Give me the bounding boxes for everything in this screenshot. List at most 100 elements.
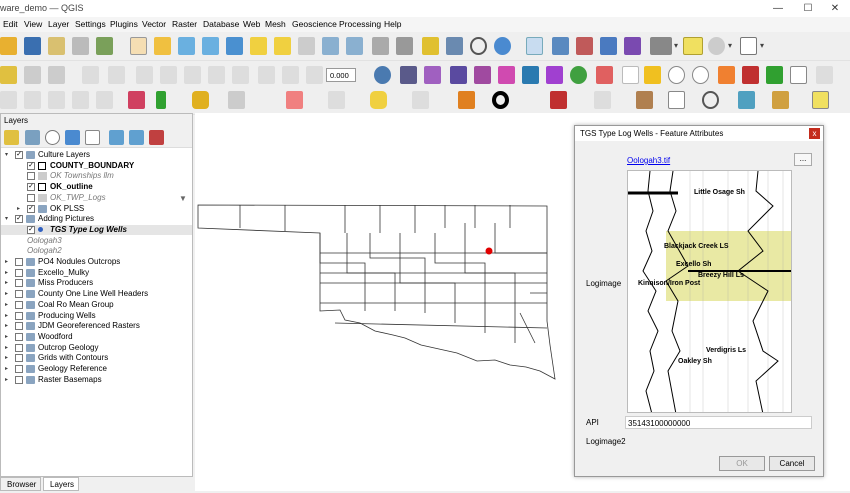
plugin-d-icon[interactable] — [474, 66, 491, 84]
plugin-p-icon[interactable] — [550, 91, 567, 109]
plugin-f-icon[interactable] — [522, 66, 539, 84]
vertex-tool-icon[interactable] — [82, 66, 99, 84]
move-feature-icon[interactable] — [108, 66, 125, 84]
layer-row[interactable]: ▸ Woodford — [1, 332, 192, 342]
expand-arrow-icon[interactable]: ▸ — [17, 205, 24, 212]
layer-row[interactable]: ▸ ✓ OK PLSS — [1, 204, 192, 214]
layer-row[interactable]: Oologah2 — [1, 246, 192, 256]
layer-row[interactable]: Oologah3 — [1, 236, 192, 246]
layer-visibility-checkbox[interactable] — [15, 311, 23, 320]
layer-visibility-checkbox[interactable] — [15, 279, 23, 288]
layer-visibility-checkbox[interactable] — [15, 365, 23, 373]
annotation-dropdown-chevron-icon[interactable]: ▾ — [760, 41, 764, 50]
glasses-a-icon[interactable] — [668, 66, 685, 84]
style-manager-icon[interactable] — [96, 37, 113, 55]
expand-arrow-icon[interactable]: ▸ — [5, 312, 12, 319]
expand-arrow-icon[interactable]: ▾ — [5, 215, 12, 222]
menu-settings[interactable]: Settings — [75, 19, 106, 29]
menu-processing[interactable]: Processing — [339, 19, 381, 29]
maximize-button[interactable]: ☐ — [793, 1, 823, 16]
save-edits-icon[interactable] — [24, 66, 41, 84]
reverse-line-icon[interactable] — [96, 91, 113, 109]
advanced-digitize-icon[interactable] — [0, 91, 17, 109]
menu-plugins[interactable]: Plugins — [110, 19, 138, 29]
grid-icon[interactable] — [596, 66, 613, 84]
minimize-button[interactable]: — — [763, 1, 793, 16]
pan-hand-icon[interactable] — [130, 37, 147, 55]
undo-icon[interactable] — [258, 66, 275, 84]
menu-geoscience[interactable]: Geoscience — [292, 19, 337, 29]
expand-arrow-icon[interactable]: ▾ — [5, 151, 12, 158]
statistics-sigma-icon[interactable] — [624, 37, 641, 55]
expand-arrow-icon[interactable]: ▸ — [5, 290, 12, 297]
split-icon[interactable] — [24, 91, 41, 109]
zoom-last-icon[interactable] — [322, 37, 339, 55]
plugin-k-icon[interactable] — [766, 66, 783, 84]
style-panel-icon[interactable] — [4, 130, 19, 145]
expand-arrow-icon[interactable]: ▸ — [5, 269, 12, 276]
compass-icon[interactable] — [702, 91, 719, 109]
menu-vector[interactable]: Vector — [142, 19, 166, 29]
layer-row[interactable]: ▸ Producing Wells — [1, 311, 192, 321]
zoom-in-icon[interactable] — [178, 37, 195, 55]
plugin-g-icon[interactable] — [546, 66, 563, 84]
layer-row[interactable]: ▸ Coal Ro Mean Group — [1, 300, 192, 310]
reshape-icon[interactable] — [48, 91, 65, 109]
layer-row[interactable]: OK Townships llm — [1, 171, 192, 181]
layer-visibility-checkbox[interactable]: ✓ — [15, 151, 23, 159]
chart-icon[interactable] — [790, 66, 807, 84]
collapse-all-icon[interactable] — [129, 130, 144, 145]
layer-visibility-checkbox[interactable] — [15, 375, 23, 384]
add-feature-icon[interactable] — [48, 66, 65, 84]
menu-help[interactable]: Help — [384, 19, 401, 29]
cut-icon[interactable] — [184, 66, 201, 84]
close-window-button[interactable]: ✕ — [820, 1, 850, 16]
processing-toolbox-icon[interactable] — [600, 37, 617, 55]
zoom-next-icon[interactable] — [346, 37, 363, 55]
expand-arrow-icon[interactable]: ▸ — [5, 301, 12, 308]
plugin-c-icon[interactable] — [450, 66, 467, 84]
simplify-icon[interactable] — [72, 91, 89, 109]
layer-visibility-checkbox[interactable] — [15, 332, 23, 341]
api-field[interactable]: 35143100000000 — [625, 416, 812, 429]
layer-row[interactable]: ▸ County One Line Well Headers — [1, 289, 192, 299]
zoom-full-icon[interactable] — [226, 37, 243, 55]
dialog-close-button[interactable]: x — [809, 128, 820, 139]
new-map-view-icon[interactable] — [372, 37, 389, 55]
ring-icon[interactable] — [492, 91, 509, 109]
cancel-button[interactable]: Cancel — [769, 456, 815, 471]
zoom-out-icon[interactable] — [202, 37, 219, 55]
layer-visibility-checkbox[interactable] — [15, 354, 23, 363]
layer-visibility-checkbox[interactable]: ✓ — [27, 183, 35, 192]
copy-icon[interactable] — [208, 66, 225, 84]
plugin-s-icon[interactable] — [738, 91, 755, 109]
layer-row[interactable]: ▸ Excello_Mulky — [1, 268, 192, 278]
menu-web[interactable]: Web — [243, 19, 260, 29]
expand-arrow-icon[interactable]: ▸ — [5, 365, 12, 372]
cylinder-icon[interactable] — [370, 91, 387, 109]
text-annotation-icon[interactable] — [740, 37, 757, 55]
well-icon[interactable] — [622, 66, 639, 84]
layer-visibility-checkbox[interactable] — [15, 322, 23, 331]
ok-button[interactable]: OK — [719, 456, 765, 471]
plugin-b-icon[interactable] — [424, 66, 441, 84]
layer-filter-icon[interactable]: ▼ — [179, 194, 187, 203]
menu-edit[interactable]: Edit — [3, 19, 18, 29]
layer-visibility-checkbox[interactable]: ✓ — [27, 161, 35, 170]
show-bookmarks-icon[interactable] — [446, 37, 463, 55]
add-group-icon[interactable] — [25, 130, 40, 145]
plugin-n-icon[interactable] — [156, 91, 166, 109]
curve-icon[interactable] — [458, 91, 475, 109]
layer-row[interactable]: ▸ Outcrop Geology — [1, 343, 192, 353]
layer-visibility-checkbox[interactable] — [15, 268, 23, 277]
settings-dropdown-chevron-icon[interactable]: ▾ — [728, 41, 732, 50]
layer-row[interactable]: ▸ JDM Georeferenced Rasters — [1, 321, 192, 331]
layer-visibility-checkbox[interactable] — [15, 300, 23, 309]
zoom-native-icon[interactable] — [298, 37, 315, 55]
layer-visibility-checkbox[interactable]: ✓ — [27, 225, 35, 234]
layer-visibility-checkbox[interactable] — [27, 193, 35, 202]
expand-arrow-icon[interactable]: ▸ — [5, 258, 12, 265]
plugin-e-icon[interactable] — [498, 66, 515, 84]
layer-row[interactable]: ▾ ✓ Culture Layers — [1, 150, 192, 160]
pan-to-selection-icon[interactable] — [154, 37, 171, 55]
